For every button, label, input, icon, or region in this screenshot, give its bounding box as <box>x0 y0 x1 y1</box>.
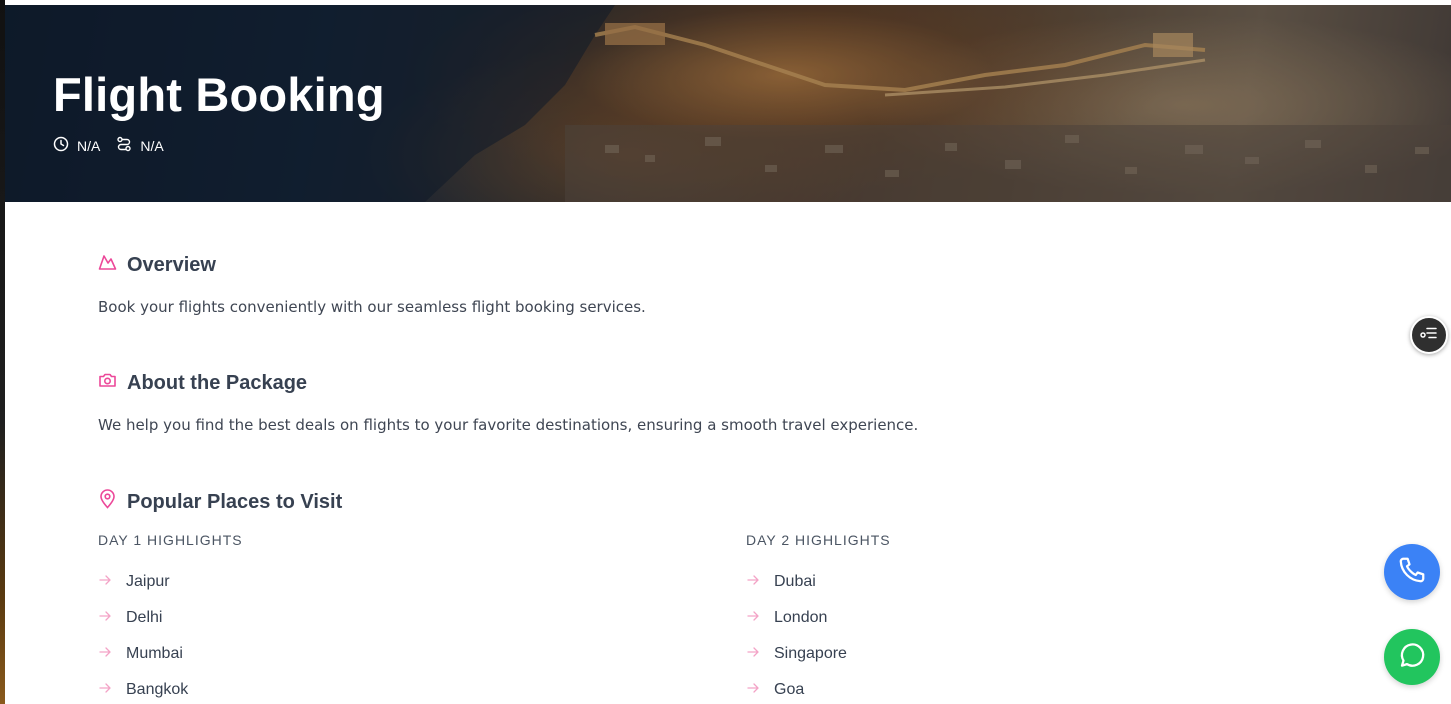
arrow-right-icon <box>746 681 760 700</box>
duration-value: N/A <box>77 137 101 154</box>
arrow-right-icon <box>746 573 760 592</box>
list-item: Bangkok <box>98 672 243 704</box>
arrow-right-icon <box>746 609 760 628</box>
place-name: Jaipur <box>126 573 170 590</box>
place-name: Bangkok <box>126 681 189 698</box>
places-section: Popular Places to Visit <box>98 489 342 515</box>
whatsapp-icon <box>1397 640 1427 675</box>
arrow-right-icon <box>98 609 112 628</box>
day-2-heading: DAY 2 HIGHLIGHTS <box>746 532 891 548</box>
about-section: About the Package We help you find the b… <box>98 371 919 435</box>
arrow-right-icon <box>98 573 112 592</box>
route-meta: N/A <box>116 136 164 155</box>
page: Flight Booking N/A N/A Overview Book you… <box>0 0 1451 704</box>
place-name: London <box>774 609 828 626</box>
about-heading: About the Package <box>98 371 918 395</box>
overview-heading: Overview <box>98 253 646 277</box>
list-item: Mumbai <box>98 636 243 672</box>
about-text: We help you find the best deals on fligh… <box>98 416 919 434</box>
whatsapp-button[interactable] <box>1384 629 1440 685</box>
list-item: Delhi <box>98 600 243 636</box>
place-name: Delhi <box>126 609 163 626</box>
arrow-right-icon <box>98 681 112 700</box>
clock-icon <box>53 136 69 155</box>
hero-banner: Flight Booking N/A N/A <box>5 5 1451 202</box>
camera-icon <box>98 371 117 395</box>
list-item: Goa <box>746 672 891 704</box>
place-name: Mumbai <box>126 645 183 662</box>
day-2-column: DAY 2 HIGHLIGHTS Dubai London Singapore … <box>746 532 891 704</box>
route-value: N/A <box>140 137 164 154</box>
call-button[interactable] <box>1384 544 1440 600</box>
places-heading: Popular Places to Visit <box>98 489 342 515</box>
place-name: Goa <box>774 681 805 698</box>
place-name: Singapore <box>774 645 847 662</box>
list-item: Jaipur <box>98 564 243 600</box>
list-menu-button[interactable] <box>1410 316 1448 354</box>
day-1-heading: DAY 1 HIGHLIGHTS <box>98 532 243 548</box>
day-1-list: Jaipur Delhi Mumbai Bangkok <box>98 564 243 704</box>
places-title: Popular Places to Visit <box>127 490 343 513</box>
route-icon <box>116 136 132 155</box>
arrow-right-icon <box>746 645 760 664</box>
list-item: Singapore <box>746 636 891 672</box>
overview-title: Overview <box>127 253 216 276</box>
list-item: London <box>746 600 891 636</box>
overview-section: Overview Book your flights conveniently … <box>98 253 646 317</box>
map-pin-icon <box>98 489 117 515</box>
arrow-right-icon <box>98 645 112 664</box>
page-title: Flight Booking <box>53 68 385 121</box>
phone-icon <box>1397 555 1427 590</box>
duration-meta: N/A <box>53 136 100 155</box>
mountain-icon <box>98 253 117 277</box>
hero-meta: N/A N/A <box>53 136 164 155</box>
list-menu-icon <box>1420 326 1438 345</box>
about-title: About the Package <box>127 371 308 394</box>
list-item: Dubai <box>746 564 891 600</box>
overview-text: Book your flights conveniently with our … <box>98 298 646 316</box>
day-1-column: DAY 1 HIGHLIGHTS Jaipur Delhi Mumbai Ban… <box>98 532 243 704</box>
day-2-list: Dubai London Singapore Goa <box>746 564 891 704</box>
place-name: Dubai <box>774 573 816 590</box>
